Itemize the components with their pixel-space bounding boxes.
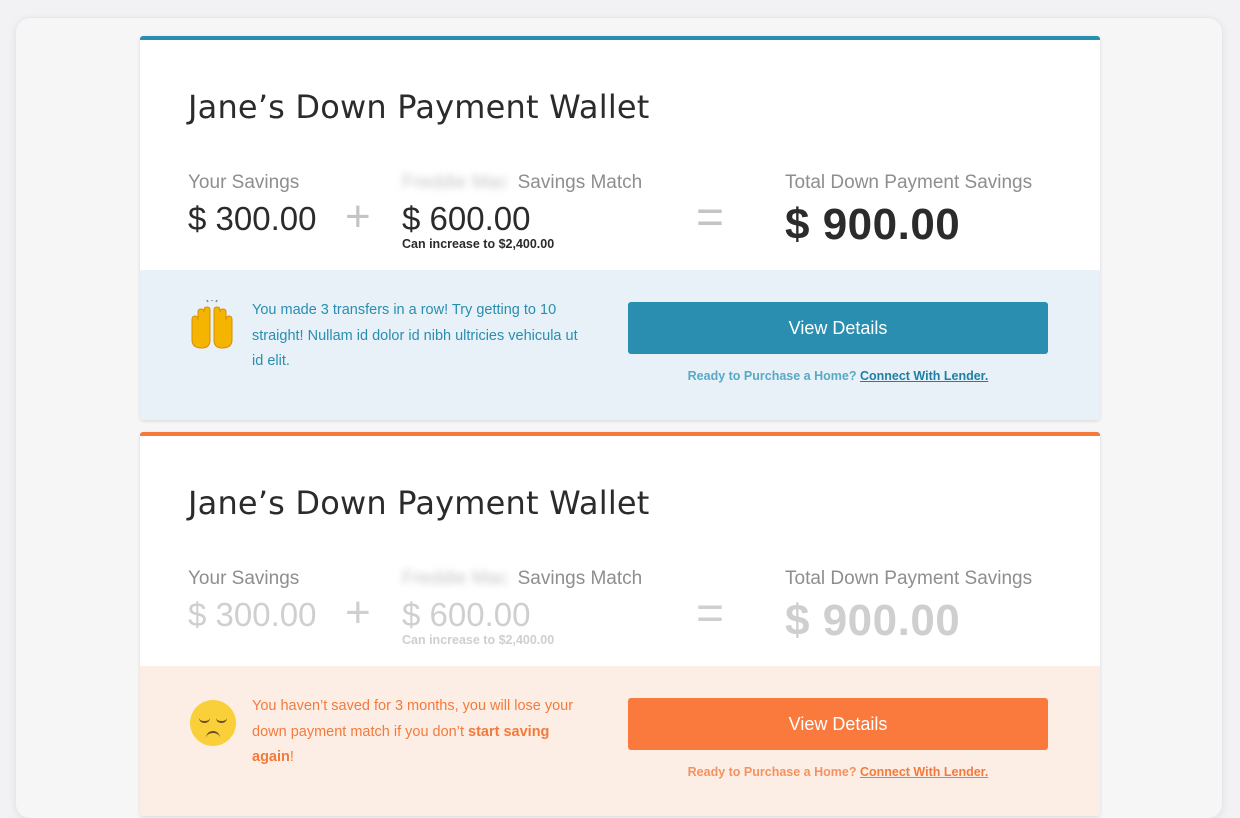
your-savings-amount: $ 300.00 [188, 200, 317, 237]
equals-icon: = [696, 587, 725, 640]
ready-to-purchase-text: Ready to Purchase a Home? Connect With L… [628, 765, 1048, 779]
match-sponsor-blurred: Freddie Mac [402, 172, 508, 193]
savings-match-note: Can increase to $2,400.00 [402, 237, 555, 251]
ready-prefix: Ready to Purchase a Home? [687, 765, 857, 779]
savings-match-text: Savings Match [517, 172, 643, 193]
total-savings-label: Total Down Payment Savings [785, 172, 1033, 193]
savings-match-amount: $ 600.00 [402, 596, 531, 633]
status-message: You haven’t saved for 3 months, you will… [252, 694, 592, 771]
savings-match-label: Freddie Mac Savings Match [402, 568, 642, 590]
connect-with-lender-link[interactable]: Connect With Lender. [860, 765, 988, 779]
status-band: You haven’t saved for 3 months, you will… [140, 666, 1100, 816]
raising-hands-icon [188, 297, 236, 352]
your-savings-label: Your Savings [188, 568, 300, 589]
wallet-title: Jane’s Down Payment Wallet [188, 88, 650, 126]
plus-icon: + [345, 588, 371, 637]
wallet-card-active: Jane’s Down Payment Wallet Your Savings … [140, 36, 1100, 420]
match-sponsor-blurred: Freddie Mac [402, 568, 508, 589]
your-savings-label: Your Savings [188, 172, 300, 193]
your-savings-amount: $ 300.00 [188, 596, 317, 633]
plus-icon: + [345, 192, 371, 241]
total-savings-label: Total Down Payment Savings [785, 568, 1033, 589]
savings-match-note: Can increase to $2,400.00 [402, 633, 555, 647]
total-savings-amount: $ 900.00 [785, 596, 961, 645]
status-message-end: ! [289, 749, 294, 765]
wallet-card-inactive: Jane’s Down Payment Wallet Your Savings … [140, 432, 1100, 816]
savings-match-amount: $ 600.00 [402, 200, 531, 237]
status-band: You made 3 transfers in a row! Try getti… [140, 270, 1100, 420]
view-details-button[interactable]: View Details [628, 302, 1048, 354]
pensive-face-icon [190, 700, 236, 746]
total-savings-amount: $ 900.00 [785, 200, 961, 249]
savings-match-label: Freddie Mac Savings Match [402, 172, 642, 194]
ready-prefix: Ready to Purchase a Home? [687, 369, 857, 383]
equals-icon: = [696, 191, 725, 244]
wallet-title: Jane’s Down Payment Wallet [188, 484, 650, 522]
ready-to-purchase-text: Ready to Purchase a Home? Connect With L… [628, 369, 1048, 383]
connect-with-lender-link[interactable]: Connect With Lender. [860, 369, 988, 383]
status-message: You made 3 transfers in a row! Try getti… [252, 302, 578, 369]
savings-match-text: Savings Match [517, 568, 643, 589]
view-details-button[interactable]: View Details [628, 698, 1048, 750]
